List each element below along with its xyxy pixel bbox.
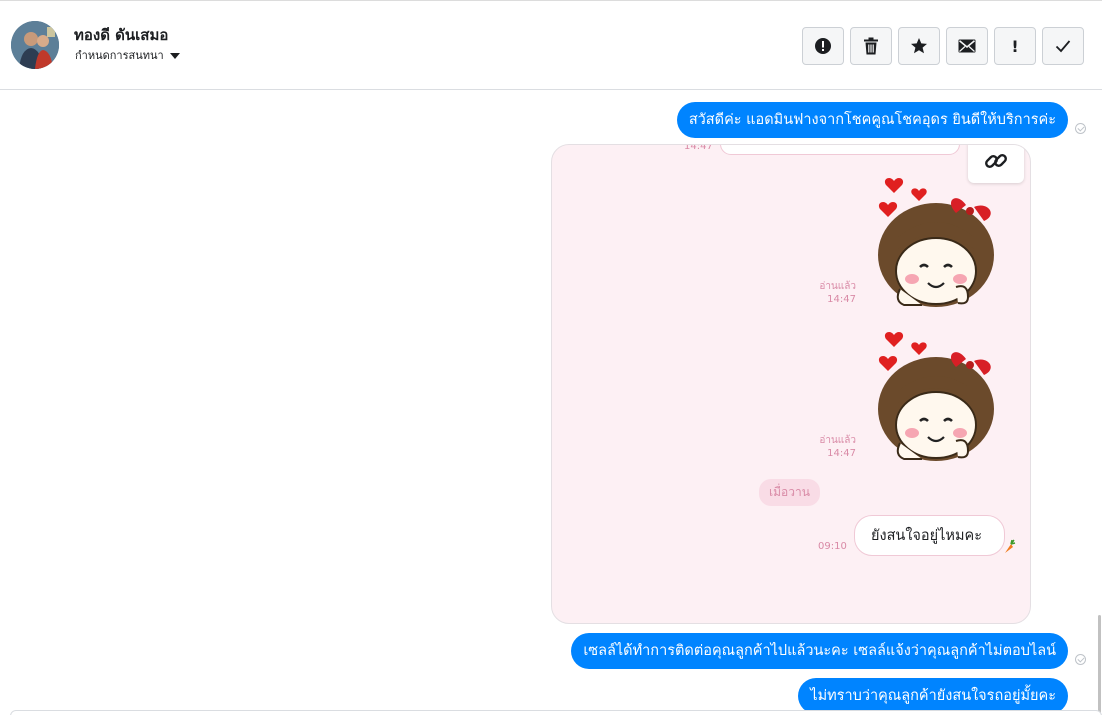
contact-name: ทองดี ดันเสมอ (74, 26, 169, 44)
screenshot-top-time: 14:47 (684, 144, 713, 152)
report-button[interactable] (802, 27, 844, 65)
seen-check-icon (1075, 654, 1086, 665)
important-button[interactable]: ! (994, 27, 1036, 65)
girl-sticker (878, 178, 994, 307)
read-label: อ่านแล้ว (819, 281, 856, 292)
message-thread[interactable]: สวัสดีค่ะ แอดมินฟางจากโชคคูณโชคอุดร ยินด… (0, 90, 1102, 715)
message-composer[interactable] (10, 710, 1102, 715)
star-icon (911, 38, 927, 54)
conversation-setting-label: กำหนดการสนทนา (75, 49, 164, 62)
seen-check-icon (1075, 123, 1086, 134)
alert-circle-icon (815, 38, 831, 54)
sticker-read-status: อ่านแล้ว 14:47 (796, 434, 856, 460)
attached-screenshot-image[interactable]: 14:47 อ่านแล้ว 14:47 อ่านแล้ว 14:47 เมื่… (551, 144, 1031, 624)
avatar[interactable] (11, 21, 59, 69)
read-time: 14:47 (827, 448, 856, 459)
outgoing-message[interactable]: สวัสดีค่ะ แอดมินฟางจากโชคคูณโชคอุดร ยินด… (676, 102, 1068, 138)
date-divider: เมื่อวาน (759, 479, 820, 506)
envelope-icon (958, 39, 976, 53)
check-icon (1055, 40, 1071, 53)
action-toolbar: ! (802, 27, 1084, 65)
exclamation-icon: ! (1011, 36, 1019, 56)
read-time: 14:47 (827, 294, 856, 305)
outgoing-message[interactable]: ไม่ทราบว่าคุณลูกค้ายังสนใจรถอยู่มั้ยคะ (798, 678, 1068, 714)
carrot-emoji-icon (1005, 539, 1016, 553)
read-label: อ่านแล้ว (819, 435, 856, 446)
mark-unread-button[interactable] (946, 27, 988, 65)
conversation-setting-dropdown[interactable]: กำหนดการสนทนา (75, 46, 180, 64)
mark-done-button[interactable] (1042, 27, 1084, 65)
caret-down-icon (169, 52, 180, 59)
trash-icon (864, 37, 878, 55)
bubble-time: 09:10 (818, 541, 847, 552)
star-button[interactable] (898, 27, 940, 65)
screenshot-message-bubble: ยังสนใจอยู่ไหมคะ (854, 515, 1006, 556)
conversation-header: ทองดี ดันเสมอ กำหนดการสนทนา ! (0, 0, 1102, 90)
screenshot-cropped-bubble (720, 145, 960, 155)
scrollbar[interactable] (1098, 615, 1101, 715)
girl-sticker (878, 332, 994, 461)
outgoing-message[interactable]: เซลล์ได้ทำการติดต่อคุณลูกค้าไปแล้วนะคะ เ… (571, 633, 1068, 669)
delete-button[interactable] (850, 27, 892, 65)
sticker-read-status: อ่านแล้ว 14:47 (796, 280, 856, 306)
